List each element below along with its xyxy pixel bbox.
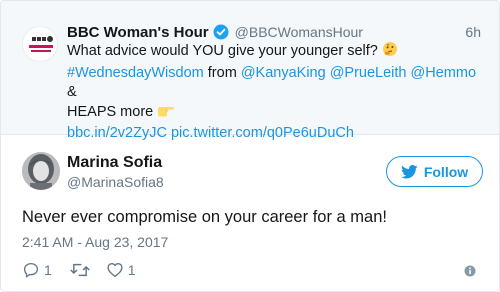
parent-text-line-2: HEAPS more [67,103,154,120]
parent-tweet-text: What advice would YOU give your younger … [67,41,483,144]
pic-link[interactable]: pic.twitter.com/q0Pe6uDuCh [171,125,354,141]
pointing-right-emoji-icon [157,104,175,125]
like-count: 1 [127,262,136,278]
avatar-photo [22,152,60,190]
parent-author-handle[interactable]: @BBCWomansHour [235,24,363,40]
retweet-icon [70,263,90,277]
follow-button[interactable]: Follow [386,156,483,187]
mention-link-1[interactable]: @KanyaKing [241,65,326,81]
follow-label: Follow [423,163,469,180]
parent-avatar[interactable] [22,26,58,62]
parent-author-name[interactable]: BBC Woman's Hour [67,24,209,41]
mention-link-3[interactable]: @Hemmo [411,65,476,81]
like-button[interactable]: 1 [106,261,136,279]
info-icon[interactable] [464,265,476,277]
tweet-timestamp[interactable]: 2:41 AM - Aug 23, 2017 [22,234,168,250]
author-avatar[interactable] [22,152,60,190]
from-text: from [207,64,237,81]
author-handle[interactable]: @MarinaSofia8 [67,174,164,190]
parent-header: BBC Woman's Hour @BBCWomansHour [67,22,363,42]
verified-badge-icon [213,24,229,40]
parent-text-line-1: What advice would YOU give your younger … [67,43,378,59]
shortlink[interactable]: bbc.in/2v2ZyJC [67,125,167,141]
thinking-face-emoji-icon [382,41,398,64]
parent-tweet[interactable]: BBC Woman's Hour @BBCWomansHour 6h What … [1,1,499,141]
embedded-tweet-card: BBC Woman's Hour @BBCWomansHour 6h What … [0,0,500,292]
bbc-womans-hour-logo [23,27,57,61]
reply-button[interactable]: 1 [22,261,52,279]
mention-link-2[interactable]: @PrueLeith [330,65,407,81]
parent-timestamp[interactable]: 6h [465,22,481,42]
retweet-button[interactable] [70,261,90,279]
ampersand-text: & [67,84,77,100]
heart-icon [107,263,123,278]
hashtag-link[interactable]: #WednesdayWisdom [67,65,204,81]
author-name[interactable]: Marina Sofia [67,154,162,172]
tweet-text: Never ever compromise on your career for… [22,208,387,226]
tweet-actions: 1 1 [22,260,154,280]
twitter-bird-icon [400,164,418,178]
reply-icon [23,262,39,278]
reply-count: 1 [44,262,52,278]
